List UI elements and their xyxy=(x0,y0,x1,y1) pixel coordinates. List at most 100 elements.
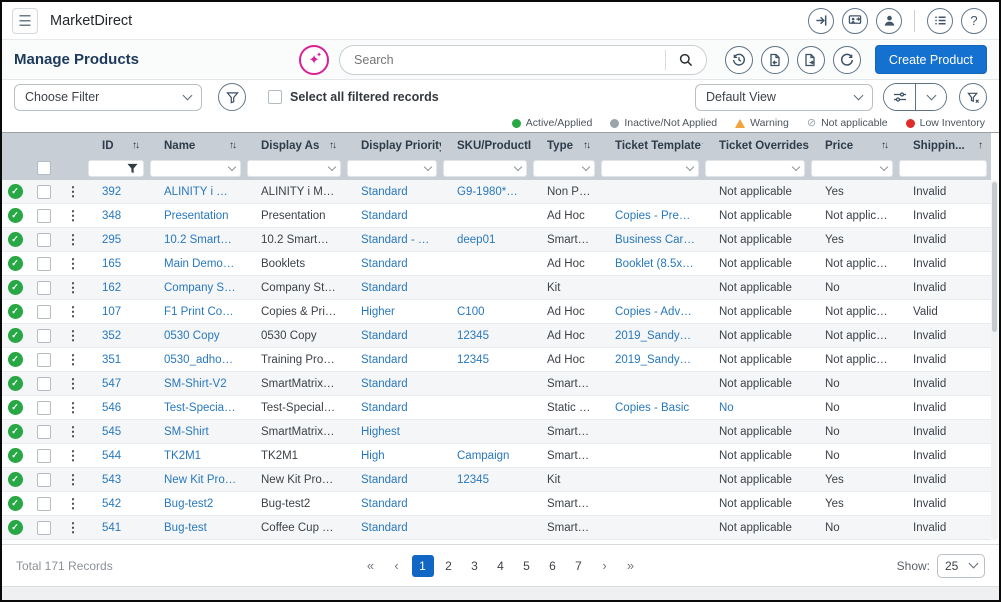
cell-display-priority[interactable]: Highest xyxy=(345,426,441,438)
sku-filter-select[interactable] xyxy=(443,160,527,177)
row-actions-kebab-icon[interactable]: ⋮ xyxy=(60,402,86,414)
cell-ticket-template[interactable]: Booklet (8.5x11) xyxy=(599,258,703,270)
row-actions-kebab-icon[interactable]: ⋮ xyxy=(60,234,86,246)
ticket-template-filter-select[interactable] xyxy=(601,160,699,177)
row-checkbox[interactable] xyxy=(37,425,51,439)
row-actions-kebab-icon[interactable]: ⋮ xyxy=(60,522,86,534)
cell-name[interactable]: Main Demo Booklet xyxy=(148,258,245,270)
cell-id[interactable]: 352 xyxy=(86,330,148,342)
cell-display-priority[interactable]: Standard xyxy=(345,378,441,390)
cell-sku[interactable]: G9-1980*R01 xyxy=(441,186,531,198)
choose-filter-select[interactable]: Choose Filter xyxy=(14,84,202,111)
sort-icon[interactable]: ↑↓ xyxy=(132,140,140,151)
cell-name[interactable]: Bug-test xyxy=(148,522,245,534)
row-actions-kebab-icon[interactable]: ⋮ xyxy=(60,306,86,318)
cell-name[interactable]: ALINITY i MAINTEN... xyxy=(148,186,245,198)
ai-assistant-icon[interactable]: ✦✦ xyxy=(299,45,329,75)
select-all-checkbox[interactable] xyxy=(268,90,282,104)
col-header-name[interactable]: Name↑↓ xyxy=(148,140,245,152)
next-page-button[interactable]: › xyxy=(594,555,616,577)
sort-icon[interactable]: ↑ xyxy=(978,140,983,151)
cell-sku[interactable]: 12345 xyxy=(441,474,531,486)
cell-name[interactable]: 0530_adhoc_training xyxy=(148,354,245,366)
display-priority-filter-select[interactable] xyxy=(347,160,437,177)
cell-display-priority[interactable]: Standard xyxy=(345,498,441,510)
sliders-icon[interactable] xyxy=(884,84,915,110)
cell-display-priority[interactable]: Standard xyxy=(345,258,441,270)
cell-display-priority[interactable]: Higher xyxy=(345,306,441,318)
page-button-3[interactable]: 3 xyxy=(464,555,486,577)
cell-display-priority[interactable]: Standard xyxy=(345,474,441,486)
cell-display-priority[interactable]: Standard - High xyxy=(345,234,441,246)
prev-page-button[interactable]: ‹ xyxy=(386,555,408,577)
row-checkbox[interactable] xyxy=(37,473,51,487)
cell-display-priority[interactable]: Standard xyxy=(345,186,441,198)
cell-id[interactable]: 392 xyxy=(86,186,148,198)
view-select[interactable]: Default View xyxy=(695,84,873,111)
ticket-overrides-filter-select[interactable] xyxy=(705,160,805,177)
first-page-button[interactable]: « xyxy=(360,555,382,577)
id-filter-input[interactable] xyxy=(88,160,144,177)
list-menu-icon[interactable] xyxy=(927,8,953,34)
cell-name[interactable]: 10.2 SmartCanvas v... xyxy=(148,234,245,246)
cell-ticket-overrides[interactable]: No xyxy=(703,402,809,414)
cell-id[interactable]: 162 xyxy=(86,282,148,294)
sign-in-icon[interactable] xyxy=(808,8,834,34)
sort-icon[interactable]: ↑↓ xyxy=(583,140,591,151)
sort-icon[interactable]: ↑↓ xyxy=(881,140,889,151)
export-file-icon[interactable] xyxy=(797,46,825,74)
page-button-2[interactable]: 2 xyxy=(438,555,460,577)
cell-name[interactable]: TK2M1 xyxy=(148,450,245,462)
row-checkbox[interactable] xyxy=(37,377,51,391)
cell-display-priority[interactable]: Standard xyxy=(345,330,441,342)
cell-name[interactable]: New Kit Product xyxy=(148,474,245,486)
cell-id[interactable]: 351 xyxy=(86,354,148,366)
row-actions-kebab-icon[interactable]: ⋮ xyxy=(60,330,86,342)
share-screen-icon[interactable] xyxy=(842,8,868,34)
cell-name[interactable]: Bug-test2 xyxy=(148,498,245,510)
row-checkbox[interactable] xyxy=(37,281,51,295)
user-profile-icon[interactable] xyxy=(876,8,902,34)
cell-sku[interactable]: 12345 xyxy=(441,330,531,342)
cell-name[interactable]: 0530 Copy xyxy=(148,330,245,342)
col-header-display-as[interactable]: Display As↑↓ xyxy=(245,140,345,152)
apply-filter-icon[interactable] xyxy=(218,83,246,111)
col-header-price[interactable]: Price↑↓ xyxy=(809,140,897,152)
row-actions-kebab-icon[interactable]: ⋮ xyxy=(60,210,86,222)
row-actions-kebab-icon[interactable]: ⋮ xyxy=(60,282,86,294)
price-filter-select[interactable] xyxy=(811,160,893,177)
row-actions-kebab-icon[interactable]: ⋮ xyxy=(60,186,86,198)
cell-display-priority[interactable]: Standard xyxy=(345,282,441,294)
row-actions-kebab-icon[interactable]: ⋮ xyxy=(60,354,86,366)
col-header-display-priority[interactable]: Display Priority↑↓ xyxy=(345,140,441,152)
cell-id[interactable]: 544 xyxy=(86,450,148,462)
page-button-1[interactable]: 1 xyxy=(412,555,434,577)
cell-display-priority[interactable]: Standard xyxy=(345,354,441,366)
cell-sku[interactable]: 12345 xyxy=(441,354,531,366)
row-checkbox[interactable] xyxy=(37,185,51,199)
row-actions-kebab-icon[interactable]: ⋮ xyxy=(60,498,86,510)
row-checkbox[interactable] xyxy=(37,401,51,415)
sort-icon[interactable]: ↑↓ xyxy=(229,140,237,151)
cell-ticket-template[interactable]: 2019_SandyAlexand... xyxy=(599,354,703,366)
row-checkbox[interactable] xyxy=(37,329,51,343)
row-actions-kebab-icon[interactable]: ⋮ xyxy=(60,258,86,270)
cell-sku[interactable]: Campaign xyxy=(441,450,531,462)
shipping-filter-input[interactable] xyxy=(899,160,987,177)
cell-id[interactable]: 545 xyxy=(86,426,148,438)
sort-icon[interactable]: ↑↓ xyxy=(329,140,337,151)
row-actions-kebab-icon[interactable]: ⋮ xyxy=(60,450,86,462)
cell-name[interactable]: SM-Shirt-V2 xyxy=(148,378,245,390)
col-header-ticket-template[interactable]: Ticket Template↑↓ xyxy=(599,140,703,152)
chevron-down-icon[interactable] xyxy=(915,84,946,110)
cell-ticket-template[interactable]: Copies - Basic xyxy=(599,402,703,414)
cell-id[interactable]: 165 xyxy=(86,258,148,270)
cell-name[interactable]: F1 Print Copies & P... xyxy=(148,306,245,318)
cell-id[interactable]: 543 xyxy=(86,474,148,486)
name-filter-select[interactable] xyxy=(150,160,241,177)
cell-display-priority[interactable]: Standard xyxy=(345,522,441,534)
cell-id[interactable]: 348 xyxy=(86,210,148,222)
last-page-button[interactable]: » xyxy=(620,555,642,577)
type-filter-select[interactable] xyxy=(533,160,595,177)
row-checkbox[interactable] xyxy=(37,449,51,463)
